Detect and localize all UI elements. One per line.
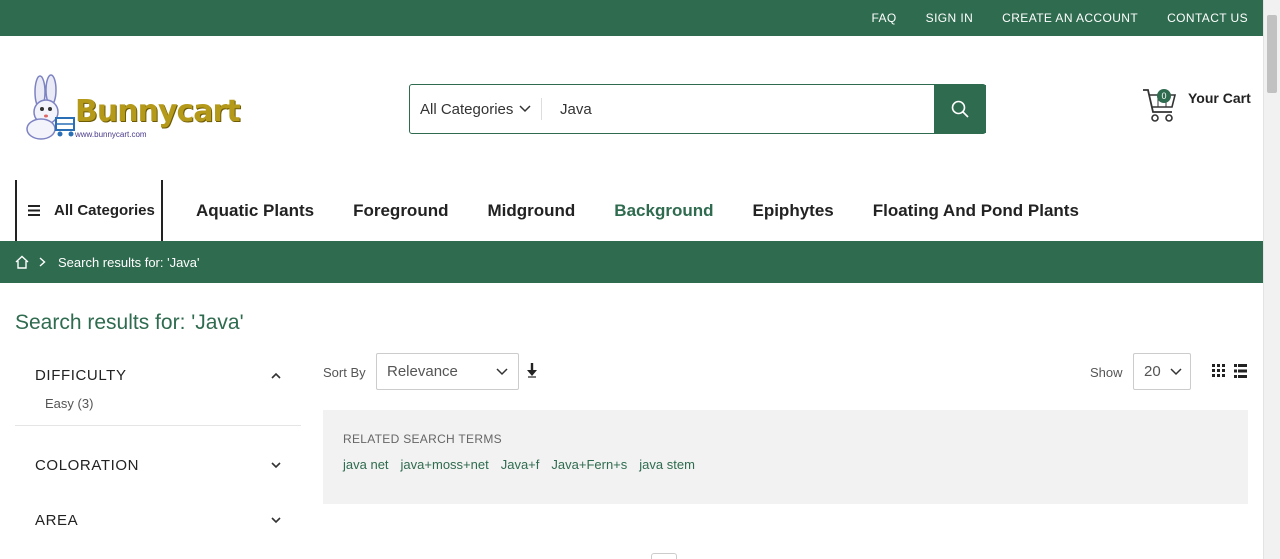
sort-by-select[interactable]: Relevance (376, 353, 519, 390)
site-logo[interactable]: Bunnycart www.bunnycart.com (18, 74, 241, 142)
search-category-label: All Categories (420, 100, 514, 118)
filter-coloration-title: COLORATION (35, 457, 140, 474)
cart-count-badge: 0 (1157, 89, 1171, 103)
sort-by-label: Sort By (323, 365, 366, 380)
top-links: FAQ SIGN IN CREATE AN ACCOUNT CONTACT US (842, 0, 1248, 36)
filter-difficulty-header[interactable]: DIFFICULTY (15, 367, 301, 384)
nav-item-floating-and-pond-plants[interactable]: Floating And Pond Plants (873, 201, 1079, 221)
cart-label: Your Cart (1188, 90, 1251, 106)
search-bar: All Categories (409, 84, 986, 134)
chevron-down-icon (271, 517, 281, 524)
all-categories-label: All Categories (54, 202, 155, 219)
show-label: Show (1090, 365, 1123, 380)
related-term-link[interactable]: java net (343, 457, 389, 472)
create-account-link[interactable]: CREATE AN ACCOUNT (1002, 11, 1138, 25)
filter-difficulty: DIFFICULTY Easy (3) (15, 367, 301, 411)
nav-item-foreground[interactable]: Foreground (353, 201, 448, 221)
search-icon (951, 100, 969, 118)
chevron-down-icon (496, 368, 508, 376)
product-image-peek (651, 553, 677, 559)
scrollbar-thumb[interactable] (1267, 15, 1277, 93)
list-view-icon[interactable] (1234, 364, 1247, 378)
main-navigation: All Categories Aquatic Plants Foreground… (15, 180, 1263, 241)
hamburger-icon (28, 205, 40, 216)
filter-coloration-header[interactable]: COLORATION (15, 457, 301, 474)
chevron-right-icon (39, 257, 46, 267)
search-button[interactable] (934, 85, 986, 133)
filter-coloration: COLORATION (15, 457, 301, 474)
filter-divider (15, 425, 301, 426)
filter-area: AREA (15, 512, 301, 529)
nav-item-midground[interactable]: Midground (487, 201, 575, 221)
search-category-select[interactable]: All Categories (410, 85, 542, 133)
related-term-link[interactable]: Java+f (501, 457, 540, 472)
nav-items: Aquatic Plants Foreground Midground Back… (196, 180, 1118, 241)
related-term-link[interactable]: java stem (639, 457, 695, 472)
filter-area-title: AREA (35, 512, 79, 529)
sort-by-value: Relevance (387, 363, 458, 380)
search-input[interactable] (542, 85, 934, 133)
nav-item-aquatic-plants[interactable]: Aquatic Plants (196, 201, 314, 221)
all-categories-menu[interactable]: All Categories (15, 180, 163, 241)
mini-cart[interactable]: 0 Your Cart (1142, 86, 1252, 126)
chevron-up-icon (271, 372, 281, 379)
grid-view-icon[interactable] (1212, 364, 1225, 377)
page-title: Search results for: 'Java' (15, 311, 244, 334)
related-search-title: RELATED SEARCH TERMS (343, 432, 502, 446)
breadcrumb-current: Search results for: 'Java' (58, 254, 200, 270)
related-terms-list: java net java+moss+net Java+f Java+Fern+… (343, 457, 1228, 472)
sort-direction-arrow-icon[interactable] (525, 362, 539, 378)
faq-link[interactable]: FAQ (871, 11, 896, 25)
related-term-link[interactable]: Java+Fern+s (551, 457, 627, 472)
page-scrollbar[interactable] (1263, 0, 1280, 559)
home-icon[interactable] (15, 255, 29, 269)
limiter-select[interactable]: 20 (1133, 353, 1191, 390)
filter-difficulty-title: DIFFICULTY (35, 367, 127, 384)
contact-us-link[interactable]: CONTACT US (1167, 11, 1248, 25)
logo-url-text: www.bunnycart.com (75, 130, 147, 139)
limiter-value: 20 (1144, 363, 1161, 380)
filter-option-easy[interactable]: Easy (3) (15, 396, 301, 411)
filter-area-header[interactable]: AREA (15, 512, 301, 529)
chevron-down-icon (271, 462, 281, 469)
chevron-down-icon (1170, 368, 1182, 376)
related-term-link[interactable]: java+moss+net (401, 457, 489, 472)
related-search-terms: RELATED SEARCH TERMS java net java+moss+… (323, 410, 1248, 504)
breadcrumb: Search results for: 'Java' (0, 241, 1263, 283)
nav-item-background[interactable]: Background (614, 201, 713, 221)
logo-text: Bunnycart (75, 94, 241, 129)
top-bar: FAQ SIGN IN CREATE AN ACCOUNT CONTACT US (0, 0, 1263, 36)
nav-item-epiphytes[interactable]: Epiphytes (752, 201, 833, 221)
chevron-down-icon (519, 105, 531, 113)
sign-in-link[interactable]: SIGN IN (926, 11, 973, 25)
